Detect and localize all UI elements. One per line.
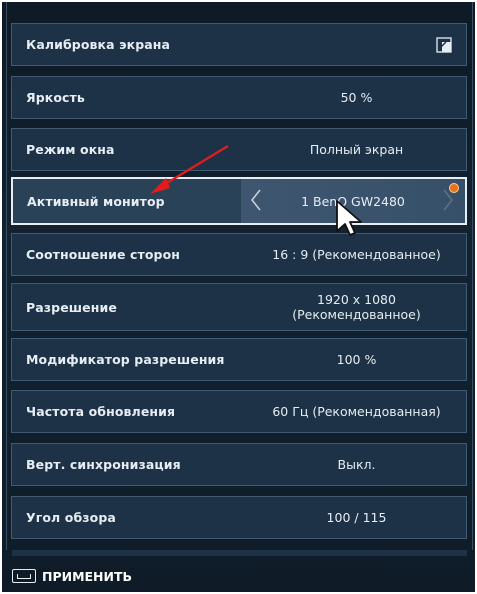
chevron-left-icon[interactable]	[249, 188, 263, 212]
row-resolution-modifier[interactable]: Модификатор разрешения 100 %	[11, 338, 467, 381]
row-brightness[interactable]: Яркость 50 %	[11, 76, 467, 119]
row-label: Калибровка экрана	[26, 37, 171, 52]
row-label: Разрешение	[26, 299, 117, 315]
apply-label: ПРИМЕНИТЬ	[42, 568, 133, 584]
row-refresh-rate[interactable]: Частота обновления 60 Гц (Рекомендованна…	[11, 390, 467, 433]
row-value: 100 / 115	[326, 510, 387, 525]
row-label: Соотношение сторон	[26, 247, 181, 262]
row-value: 100 %	[336, 352, 377, 367]
row-label: Режим окна	[26, 142, 115, 157]
row-resolution[interactable]: Разрешение 1920 x 1080 (Рекомендованное)	[11, 283, 467, 331]
notification-dot-icon	[449, 183, 459, 193]
apply-button[interactable]: ПРИМЕНИТЬ	[12, 566, 132, 586]
row-value: 16 : 9 (Рекомендованное)	[272, 247, 441, 262]
row-value: 50 %	[340, 90, 373, 105]
settings-screen: Калибровка экрана Яркость 50 % Режим окн…	[2, 2, 475, 592]
row-aspect-ratio[interactable]: Соотношение сторон 16 : 9 (Рекомендованн…	[11, 233, 467, 276]
row-value: 60 Гц (Рекомендованная)	[272, 404, 441, 419]
mouse-pointer-icon	[336, 200, 362, 236]
row-label: Яркость	[26, 90, 85, 105]
row-screen-calibration[interactable]: Калибровка экрана	[11, 23, 467, 66]
row-vsync[interactable]: Верт. синхронизация Выкл.	[11, 443, 467, 486]
row-value: 1920 x 1080 (Рекомендованное)	[292, 292, 421, 322]
row-label: Модификатор разрешения	[26, 352, 225, 367]
row-field-of-view[interactable]: Угол обзора 100 / 115	[11, 496, 467, 539]
row-window-mode[interactable]: Режим окна Полный экран	[11, 128, 467, 171]
row-label: Верт. синхронизация	[26, 457, 181, 472]
list-bottom-edge	[12, 550, 467, 556]
external-window-icon[interactable]	[436, 37, 452, 53]
row-label: Частота обновления	[26, 404, 176, 419]
row-label: Угол обзора	[26, 510, 116, 525]
spacebar-key-icon	[12, 569, 36, 583]
red-arrow-annotation	[150, 145, 229, 194]
row-value: Выкл.	[337, 457, 376, 472]
row-active-monitor[interactable]: Активный монитор 1 BenQ GW2480	[11, 177, 467, 225]
row-value: Полный экран	[309, 142, 404, 157]
